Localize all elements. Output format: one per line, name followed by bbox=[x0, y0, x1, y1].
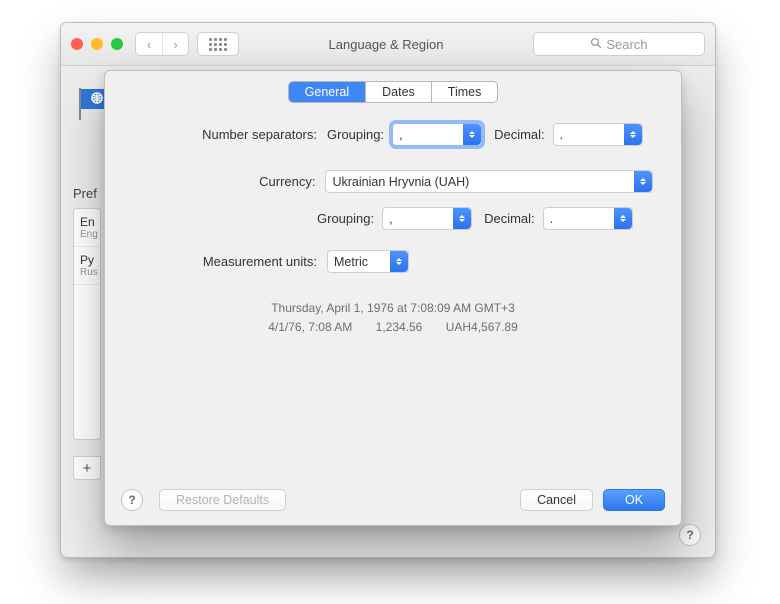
sheet-help-button[interactable]: ? bbox=[121, 489, 143, 511]
list-item[interactable]: En Eng bbox=[74, 209, 100, 247]
nav-back-button[interactable]: ‹ bbox=[136, 33, 162, 55]
close-window-button[interactable] bbox=[71, 38, 83, 50]
format-preview: Thursday, April 1, 1976 at 7:08:09 AM GM… bbox=[133, 299, 653, 337]
preferred-languages-label: Pref bbox=[73, 186, 97, 201]
number-grouping-value: , bbox=[399, 128, 402, 142]
chevron-updown-icon bbox=[634, 171, 652, 192]
nav-back-forward: ‹ › bbox=[135, 32, 189, 56]
search-field[interactable]: Search bbox=[533, 32, 705, 56]
currency-grouping-value: , bbox=[389, 212, 392, 226]
sheet-tabstrip: General Dates Times bbox=[288, 81, 499, 103]
preferred-languages-list[interactable]: En Eng Py Rus bbox=[73, 208, 101, 440]
ok-button[interactable]: OK bbox=[603, 489, 665, 511]
titlebar: ‹ › Language & Region Search bbox=[61, 23, 715, 66]
search-placeholder: Search bbox=[606, 37, 647, 52]
decimal-label: Decimal: bbox=[482, 127, 553, 142]
tab-general[interactable]: General bbox=[289, 82, 365, 102]
sheet-footer: ? Restore Defaults Cancel OK bbox=[105, 477, 681, 525]
currency-label: Currency: bbox=[133, 174, 325, 189]
help-icon: ? bbox=[128, 493, 135, 507]
traffic-lights bbox=[71, 38, 123, 50]
preview-short-date: 4/1/76, 7:08 AM bbox=[268, 318, 352, 337]
preview-long-date: Thursday, April 1, 1976 at 7:08:09 AM GM… bbox=[133, 299, 653, 318]
chevron-updown-icon bbox=[624, 124, 642, 145]
tab-dates[interactable]: Dates bbox=[365, 82, 431, 102]
general-form: Number separators: Grouping: , Decimal: … bbox=[105, 103, 681, 477]
measurement-label: Measurement units: bbox=[133, 254, 327, 269]
currency-decimal-label: Decimal: bbox=[472, 211, 543, 226]
currency-decimal-value: . bbox=[550, 212, 553, 226]
currency-value: Ukrainian Hryvnia (UAH) bbox=[332, 175, 469, 189]
chevron-left-icon: ‹ bbox=[147, 37, 151, 52]
number-separators-label: Number separators: bbox=[133, 127, 327, 142]
chevron-updown-icon bbox=[390, 251, 408, 272]
advanced-sheet: General Dates Times Number separators: G… bbox=[104, 70, 682, 526]
zoom-window-button[interactable] bbox=[111, 38, 123, 50]
help-button[interactable]: ? bbox=[679, 524, 701, 546]
help-icon: ? bbox=[686, 528, 693, 542]
number-grouping-select[interactable]: , bbox=[392, 123, 482, 146]
restore-defaults-button[interactable]: Restore Defaults bbox=[159, 489, 286, 511]
preview-number: 1,234.56 bbox=[376, 318, 423, 337]
chevron-right-icon: › bbox=[173, 37, 177, 52]
plus-icon: + bbox=[83, 460, 92, 477]
nav-forward-button[interactable]: › bbox=[162, 33, 188, 55]
add-language-button[interactable]: + bbox=[73, 456, 101, 480]
tab-times[interactable]: Times bbox=[431, 82, 498, 102]
grouping-label: Grouping: bbox=[327, 127, 392, 142]
number-decimal-select[interactable]: . bbox=[553, 123, 643, 146]
currency-decimal-select[interactable]: . bbox=[543, 207, 633, 230]
minimize-window-button[interactable] bbox=[91, 38, 103, 50]
currency-grouping-label: Grouping: bbox=[317, 211, 382, 226]
chevron-updown-icon bbox=[463, 124, 481, 145]
currency-select[interactable]: Ukrainian Hryvnia (UAH) bbox=[325, 170, 653, 193]
measurement-select[interactable]: Metric bbox=[327, 250, 409, 273]
search-icon bbox=[590, 37, 602, 52]
show-all-button[interactable] bbox=[197, 32, 239, 56]
chevron-updown-icon bbox=[614, 208, 632, 229]
number-decimal-value: . bbox=[560, 128, 563, 142]
currency-grouping-select[interactable]: , bbox=[382, 207, 472, 230]
preview-currency: UAH4,567.89 bbox=[446, 318, 518, 337]
chevron-updown-icon bbox=[453, 208, 471, 229]
list-item[interactable]: Py Rus bbox=[74, 247, 100, 285]
window-title: Language & Region bbox=[239, 37, 533, 52]
cancel-button[interactable]: Cancel bbox=[520, 489, 593, 511]
measurement-value: Metric bbox=[334, 255, 368, 269]
grid-icon bbox=[209, 38, 227, 51]
